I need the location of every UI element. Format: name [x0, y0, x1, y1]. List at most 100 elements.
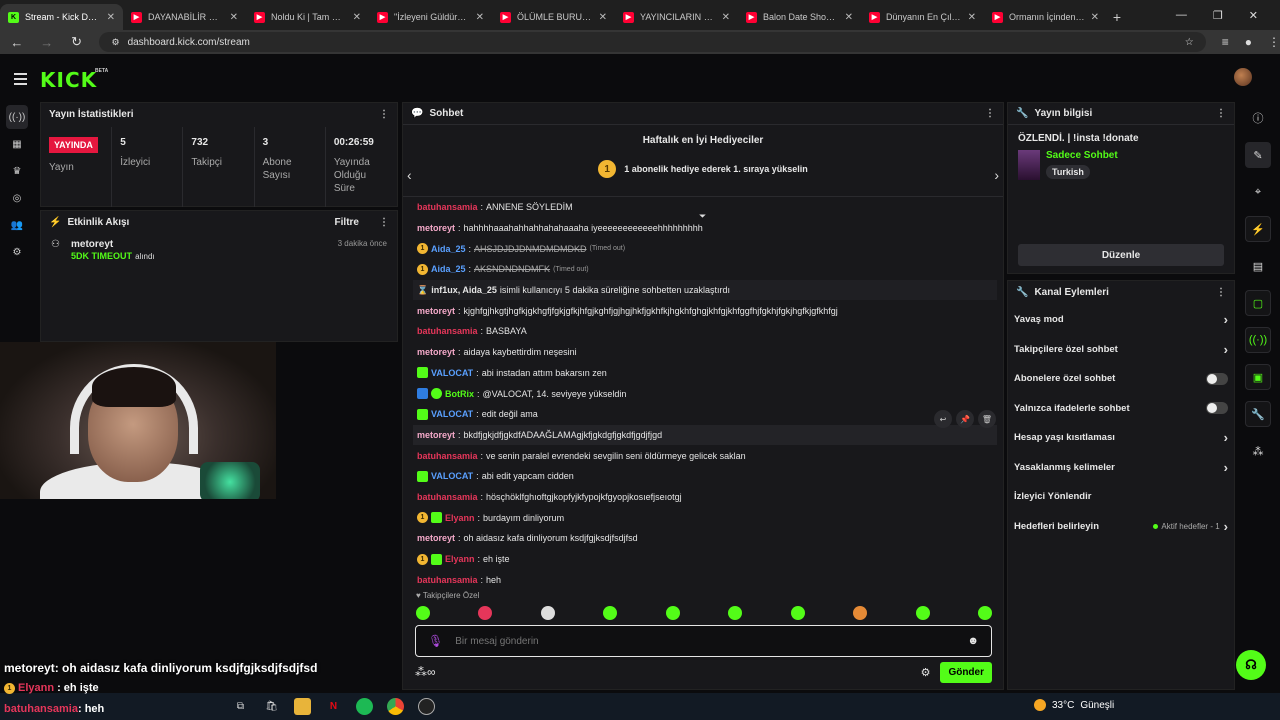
info-icon[interactable]: ⓘ [1245, 105, 1271, 131]
help-headset-button[interactable]: ☊ [1236, 650, 1266, 680]
channel-action-row[interactable]: Yavaş mod › [1008, 305, 1234, 335]
hamburger-menu-icon[interactable] [14, 73, 27, 88]
chat-message[interactable]: batuhansamia: ANNENE SÖYLEDİM [413, 197, 997, 218]
chat-message[interactable]: metoreyt: hahhhhaaahahhahhahahaaaha iyeee… [413, 218, 997, 239]
browser-tab[interactable]: ▶ Noldu Ki | Tam Çere ✕ [246, 4, 369, 30]
broadcast-icon[interactable]: ((·)) [6, 105, 28, 129]
chrome-icon[interactable] [387, 698, 404, 715]
chat-message[interactable]: VALOCAT: edit değil ama [413, 404, 997, 425]
dashboard-icon[interactable]: ▦ [6, 132, 28, 156]
chat-username[interactable]: Aida_25 [431, 264, 466, 274]
emote-icon[interactable] [603, 606, 618, 620]
emote-icon[interactable] [416, 606, 430, 620]
chat-message[interactable]: 1 Aida_25: AHSJDJDJDNMDMDMDKD (Timed out) [413, 238, 997, 259]
forward-icon[interactable]: → [40, 35, 54, 50]
emote-icon[interactable] [977, 606, 992, 620]
chat-username[interactable]: metoreyt [417, 223, 455, 233]
users-icon[interactable]: 👥 [6, 213, 28, 237]
close-tab-icon[interactable]: ✕ [476, 12, 484, 23]
restore-icon[interactable]: ❐ [1213, 9, 1223, 22]
menu-icon[interactable]: ⋮ [1268, 35, 1280, 49]
more-icon[interactable]: ⋮ [379, 109, 389, 120]
pin-icon[interactable]: 📌 [956, 410, 974, 428]
folder-icon[interactable] [294, 698, 311, 715]
chat-message[interactable]: metoreyt: oh aidasız kafa dinliyorum ksdj… [413, 528, 997, 549]
chat-username[interactable]: VALOCAT [431, 409, 473, 419]
more-icon[interactable]: ⋮ [1216, 287, 1226, 298]
browser-tab[interactable]: ▶ ÖLÜMLE BURUN BUR ✕ [492, 4, 615, 30]
broadcast-icon[interactable]: ((·)) [1245, 327, 1271, 353]
chevron-left-icon[interactable]: ‹ [407, 167, 412, 183]
browser-tab[interactable]: ▶ YAYINCILARIN CANLI ✕ [615, 4, 738, 30]
chat-username[interactable]: batuhansamia [417, 575, 478, 585]
edit-button[interactable]: Düzenle [1018, 244, 1224, 266]
chat-username[interactable]: batuhansamia [417, 202, 478, 212]
channel-action-row[interactable]: Takipçilere özel sohbet › [1008, 335, 1234, 365]
chat-username[interactable]: Aida_25 [431, 244, 466, 254]
media-icon[interactable]: ≡ [1222, 35, 1229, 49]
profile-icon[interactable]: ● [1245, 35, 1252, 49]
mic-icon[interactable]: 🎙 [428, 634, 443, 648]
browser-tab[interactable]: ▶ Balon Date Show 17. ✕ [738, 4, 861, 30]
site-info-icon[interactable]: ⚙ [111, 37, 119, 48]
browser-tab[interactable]: K Stream - Kick Dashboard ✕ [0, 4, 123, 30]
toggle-switch[interactable] [1206, 372, 1228, 385]
minimize-icon[interactable]: — [1176, 9, 1187, 21]
user-avatar[interactable] [1234, 68, 1252, 86]
close-tab-icon[interactable]: ✕ [968, 12, 976, 23]
emote-icon[interactable] [853, 606, 868, 620]
chat-username[interactable]: BotRix [445, 389, 474, 399]
category-name[interactable]: Sadece Sohbet [1046, 150, 1118, 161]
close-tab-icon[interactable]: ✕ [845, 12, 853, 23]
emoji-icon[interactable]: ☻ [967, 635, 979, 647]
chat-input-box[interactable]: 🎙 ☻ [415, 625, 992, 657]
close-tab-icon[interactable]: ✕ [722, 12, 730, 23]
chevron-right-icon[interactable]: › [1224, 312, 1228, 327]
chat-message[interactable]: 1 Aida_25: AKSNDNDNDMFK (Timed out) [413, 259, 997, 280]
channel-action-row[interactable]: Hesap yaşı kısıtlaması › [1008, 423, 1234, 453]
activity-user[interactable]: metoreyt [71, 239, 155, 250]
chat-message[interactable]: batuhansamia: ve senin paralel evrendeki … [413, 445, 997, 466]
chat-username[interactable]: batuhansamia [417, 492, 478, 502]
chat-icon[interactable]: ▢ [1245, 290, 1271, 316]
reply-icon[interactable]: ↩ [934, 410, 952, 428]
chat-username[interactable]: batuhansamia [417, 451, 478, 461]
chat-username[interactable]: VALOCAT [431, 471, 473, 481]
chat-message[interactable]: metoreyt: aidaya kaybettirdim neşesini [413, 342, 997, 363]
kick-logo[interactable]: KICK [40, 68, 97, 92]
chat-message[interactable]: batuhansamia: heh [413, 569, 997, 590]
chat-message[interactable]: metoreyt: bkdfjgkjdfjgkdfADAAĞLAMAgjkfjgk… [413, 424, 997, 446]
emote-icon[interactable] [540, 606, 555, 620]
close-window-icon[interactable]: ✕ [1249, 9, 1258, 22]
trophy-icon[interactable]: ♛ [6, 159, 28, 183]
chevron-right-icon[interactable]: › [1224, 342, 1228, 357]
points-icon[interactable]: ⁂∞ [415, 665, 436, 679]
weather-widget[interactable]: 33°C Güneşli [1034, 699, 1114, 711]
chat-username[interactable]: batuhansamia [417, 326, 478, 336]
close-tab-icon[interactable]: ✕ [1091, 12, 1099, 23]
focus-icon[interactable]: ⌖ [1245, 179, 1271, 205]
emote-icon[interactable] [915, 606, 930, 620]
channel-action-row[interactable]: İzleyici Yönlendir [1008, 482, 1234, 512]
chat-username[interactable]: Elyann [445, 554, 475, 564]
chat-username[interactable]: VALOCAT [431, 368, 473, 378]
close-tab-icon[interactable]: ✕ [230, 12, 238, 23]
chat-message[interactable]: 1 Elyann: burdayım dinliyorum [413, 507, 997, 528]
emote-icon[interactable] [728, 606, 743, 620]
emote-icon[interactable] [665, 606, 680, 620]
channel-action-row[interactable]: Yasaklanmış kelimeler › [1008, 453, 1234, 483]
tools-icon[interactable]: 🔧 [1245, 401, 1271, 427]
store-icon[interactable]: 🛍 [263, 698, 280, 715]
delete-icon[interactable]: 🗑 [978, 410, 996, 428]
layout-icon[interactable]: ▣ [1245, 364, 1271, 390]
filter-button[interactable]: Filtre [335, 217, 359, 228]
browser-tab[interactable]: ▶ Dünyanın En Çılgın B ✕ [861, 4, 984, 30]
chevron-right-icon[interactable]: › [1224, 430, 1228, 445]
channel-action-row[interactable]: Yalnızca ifadelerle sohbet [1008, 394, 1234, 424]
back-icon[interactable]: ← [10, 35, 24, 50]
chat-message[interactable]: 1 Elyann: eh işte [413, 549, 997, 570]
chevron-right-icon[interactable]: › [1224, 460, 1228, 475]
close-tab-icon[interactable]: ✕ [599, 12, 607, 23]
chat-message[interactable]: BotRix: @VALOCAT, 14. seviyeye yükseldin [413, 383, 997, 404]
close-tab-icon[interactable]: ✕ [353, 12, 361, 23]
